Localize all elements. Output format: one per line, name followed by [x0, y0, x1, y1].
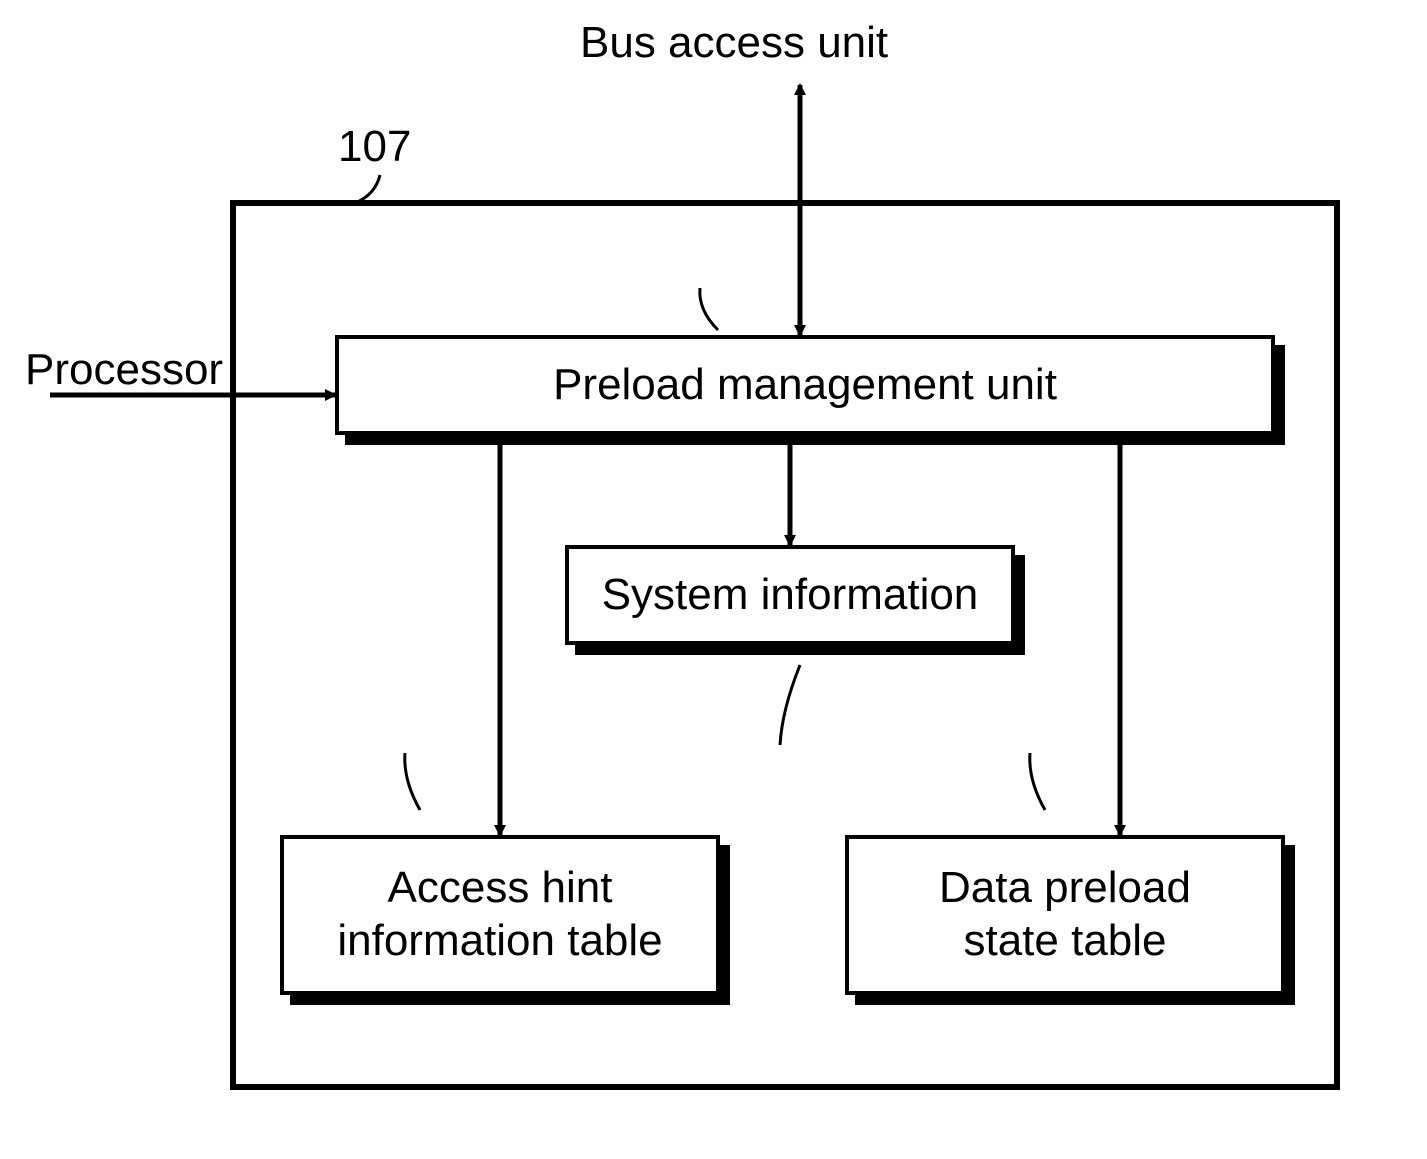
ref-107: 107: [338, 122, 411, 172]
bus-access-unit-label: Bus access unit: [580, 18, 888, 68]
preload-mgmt-label: Preload management unit: [553, 360, 1057, 410]
access-hint-box: Access hint information table: [280, 835, 720, 995]
diagram-canvas: Bus access unit Processor 107 201 202 20…: [0, 0, 1427, 1159]
access-hint-label-1: Access hint: [388, 862, 613, 915]
system-info-box: System information: [565, 545, 1015, 645]
data-preload-box: Data preload state table: [845, 835, 1285, 995]
data-preload-label-1: Data preload: [939, 862, 1191, 915]
processor-label: Processor: [25, 345, 223, 395]
access-hint-label-2: information table: [337, 915, 662, 968]
system-info-label: System information: [602, 570, 979, 620]
preload-mgmt-box: Preload management unit: [335, 335, 1275, 435]
data-preload-label-2: state table: [963, 915, 1166, 968]
